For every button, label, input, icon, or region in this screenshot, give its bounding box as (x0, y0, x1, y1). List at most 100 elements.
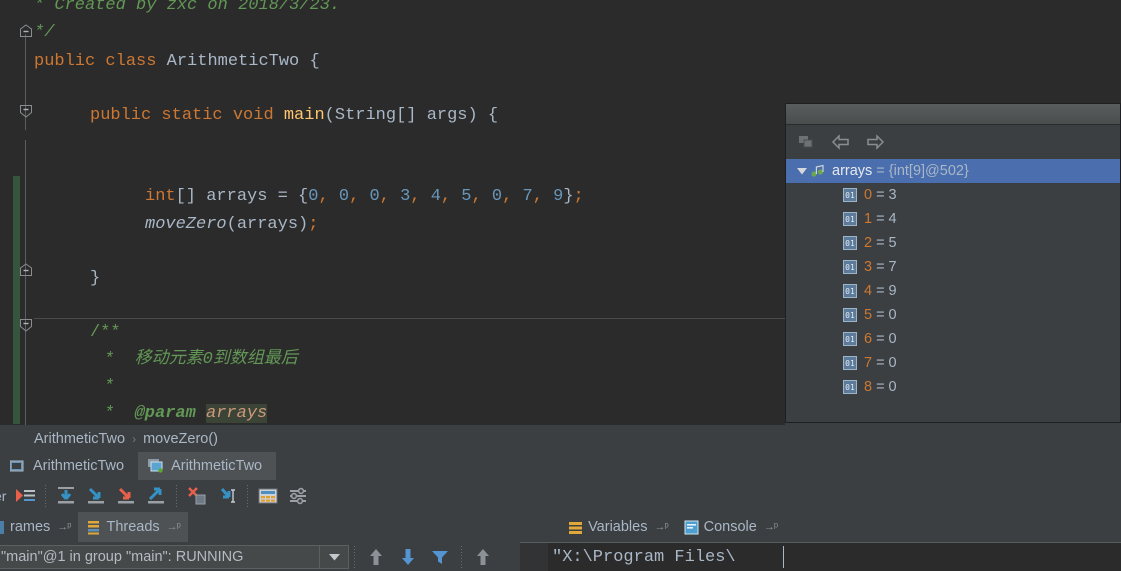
array-value: 3 (888, 187, 897, 203)
variables-tab-icon (568, 520, 583, 535)
code-token: , (471, 187, 492, 206)
right-panel-filler (785, 423, 1121, 542)
equals-sign: = (876, 187, 885, 203)
variable-row[interactable]: 01 4 = 9 (786, 279, 1120, 303)
editor-code-area[interactable]: * Created by zxc on 2018/3/23. */ public c… (34, 0, 785, 425)
fold-collapse-icon[interactable] (19, 263, 33, 277)
chevron-down-icon[interactable] (319, 545, 348, 568)
breadcrumb-method[interactable]: moveZero() (143, 431, 218, 447)
variable-row[interactable]: 01 2 = 5 (786, 231, 1120, 255)
variable-row[interactable]: 01 8 = 0 (786, 375, 1120, 399)
debug-panel-tab[interactable]: Variables →ᵖ (560, 512, 676, 542)
code-editor[interactable]: * Created by zxc on 2018/3/23. */ public c… (0, 0, 785, 425)
soft-wrap-button[interactable] (467, 543, 499, 571)
code-line: public class ArithmeticTwo { (34, 48, 320, 75)
editor-tab-label: ArithmeticTwo (171, 458, 263, 474)
equals-sign: = (876, 355, 885, 371)
fold-expand-icon[interactable] (19, 104, 33, 118)
primitive-value-icon: 01 (842, 379, 858, 395)
variable-row[interactable]: 01 0 = 3 (786, 183, 1120, 207)
variable-row[interactable]: 01 3 = 7 (786, 255, 1120, 279)
funnel-icon[interactable] (424, 543, 456, 571)
code-token: 7 (522, 187, 533, 206)
code-token: class (105, 52, 167, 71)
code-token: arrays (206, 187, 278, 206)
code-token: public (90, 106, 162, 125)
forward-arrow-icon[interactable] (864, 132, 886, 152)
vcs-change-marker[interactable] (13, 176, 20, 424)
chevron-down-icon[interactable] (794, 159, 810, 183)
thread-selector[interactable]: "main"@1 in group "main": RUNNING (0, 544, 349, 569)
variable-row[interactable]: 01 6 = 0 (786, 327, 1120, 351)
debug-toolbar-truncated-label: er (0, 488, 7, 504)
editor-tab-bar[interactable]: ArithmeticTwo ArithmeticTwo (0, 452, 785, 480)
debug-panel-tab[interactable]: Console →ᵖ (676, 512, 785, 542)
code-token: @param (134, 404, 196, 423)
array-index: 7 (864, 355, 873, 371)
breadcrumb[interactable]: ArithmeticTwo › moveZero() (0, 425, 819, 452)
equals-sign: = (876, 307, 885, 323)
variable-entries-list[interactable]: 01 0 = 3 01 1 = 4 01 2 = 5 01 3 = 7 01 4 = 9 01 5 = 0 01 6 = 0 01 7 = 0… (786, 183, 1120, 399)
equals-sign: = (876, 163, 885, 179)
fold-collapse-icon[interactable] (19, 24, 33, 38)
editor-tab[interactable]: ArithmeticTwo (138, 452, 277, 480)
array-value: 5 (888, 235, 897, 251)
variable-row[interactable]: 01 7 = 0 (786, 351, 1120, 375)
step-over-button[interactable] (51, 481, 81, 511)
code-token: ; (308, 215, 319, 234)
force-step-into-button[interactable] (111, 481, 141, 511)
code-token: * 移动元素0到数组最后 (104, 350, 298, 369)
code-line: /** (90, 319, 121, 346)
variable-row-root[interactable]: arrays = {int[9]@502} (786, 159, 1120, 183)
editor-tab[interactable]: ArithmeticTwo (0, 452, 138, 480)
svg-text:01: 01 (845, 287, 855, 296)
code-token: main (283, 106, 325, 125)
code-token: * (104, 404, 135, 423)
breadcrumb-class[interactable]: ArithmeticTwo (34, 431, 125, 447)
step-into-button[interactable] (81, 481, 111, 511)
console-output-panel[interactable]: "X:\Program Files\ (520, 542, 1121, 571)
run-to-cursor-button[interactable] (212, 481, 242, 511)
show-execution-point-button[interactable] (10, 481, 40, 511)
variable-row[interactable]: 01 1 = 4 (786, 207, 1120, 231)
pin-icon[interactable]: →ᵖ (57, 521, 71, 533)
debug-panel-tabs[interactable]: rames →ᵖ Threads →ᵖ Variables →ᵖ Console →ᵖ (0, 512, 785, 542)
pin-icon[interactable]: →ᵖ (654, 521, 668, 533)
variables-toolbar[interactable] (786, 125, 1120, 159)
code-token: 9 (553, 187, 564, 206)
scroll-down-button[interactable] (392, 543, 424, 571)
drop-frame-button[interactable] (182, 481, 212, 511)
code-token: /** (90, 323, 121, 342)
back-arrow-icon[interactable] (830, 132, 852, 152)
variables-popup-panel[interactable]: arrays = {int[9]@502} 01 0 = 3 01 1 = 4 01 2 = 5 01 3… (785, 103, 1121, 423)
svg-text:01: 01 (845, 359, 855, 368)
debug-toolbar[interactable]: er (0, 480, 785, 512)
code-token: ( (324, 106, 335, 125)
frames-icon[interactable] (796, 132, 818, 152)
variable-row[interactable]: 01 5 = 0 (786, 303, 1120, 327)
step-out-button[interactable] (141, 481, 171, 511)
pin-icon[interactable]: →ᵖ (764, 521, 778, 533)
scroll-up-button[interactable] (360, 543, 392, 571)
array-index: 0 (864, 187, 873, 203)
settings-button[interactable] (283, 481, 313, 511)
code-line: } (90, 265, 100, 292)
code-token: { (309, 52, 320, 71)
pin-icon[interactable]: →ᵖ (167, 521, 181, 533)
debug-panel-tab[interactable]: Threads →ᵖ (78, 512, 188, 542)
array-variable-icon (810, 163, 826, 179)
evaluate-expression-button[interactable] (253, 481, 283, 511)
popup-title-bar[interactable] (786, 104, 1120, 125)
debug-panel-tab[interactable]: rames →ᵖ (0, 512, 78, 542)
equals-sign: = (876, 235, 885, 251)
fold-expand-icon[interactable] (19, 318, 33, 332)
thread-status-label: "main"@1 in group "main": RUNNING (1, 548, 244, 565)
editor-gutter[interactable] (0, 0, 34, 425)
ide-window: * Created by zxc on 2018/3/23. */ public c… (0, 0, 1121, 571)
array-index: 1 (864, 211, 873, 227)
primitive-value-icon: 01 (842, 355, 858, 371)
toolbar-separator (354, 545, 355, 568)
code-token: ) { (467, 106, 499, 125)
primitive-value-icon: 01 (842, 187, 858, 203)
